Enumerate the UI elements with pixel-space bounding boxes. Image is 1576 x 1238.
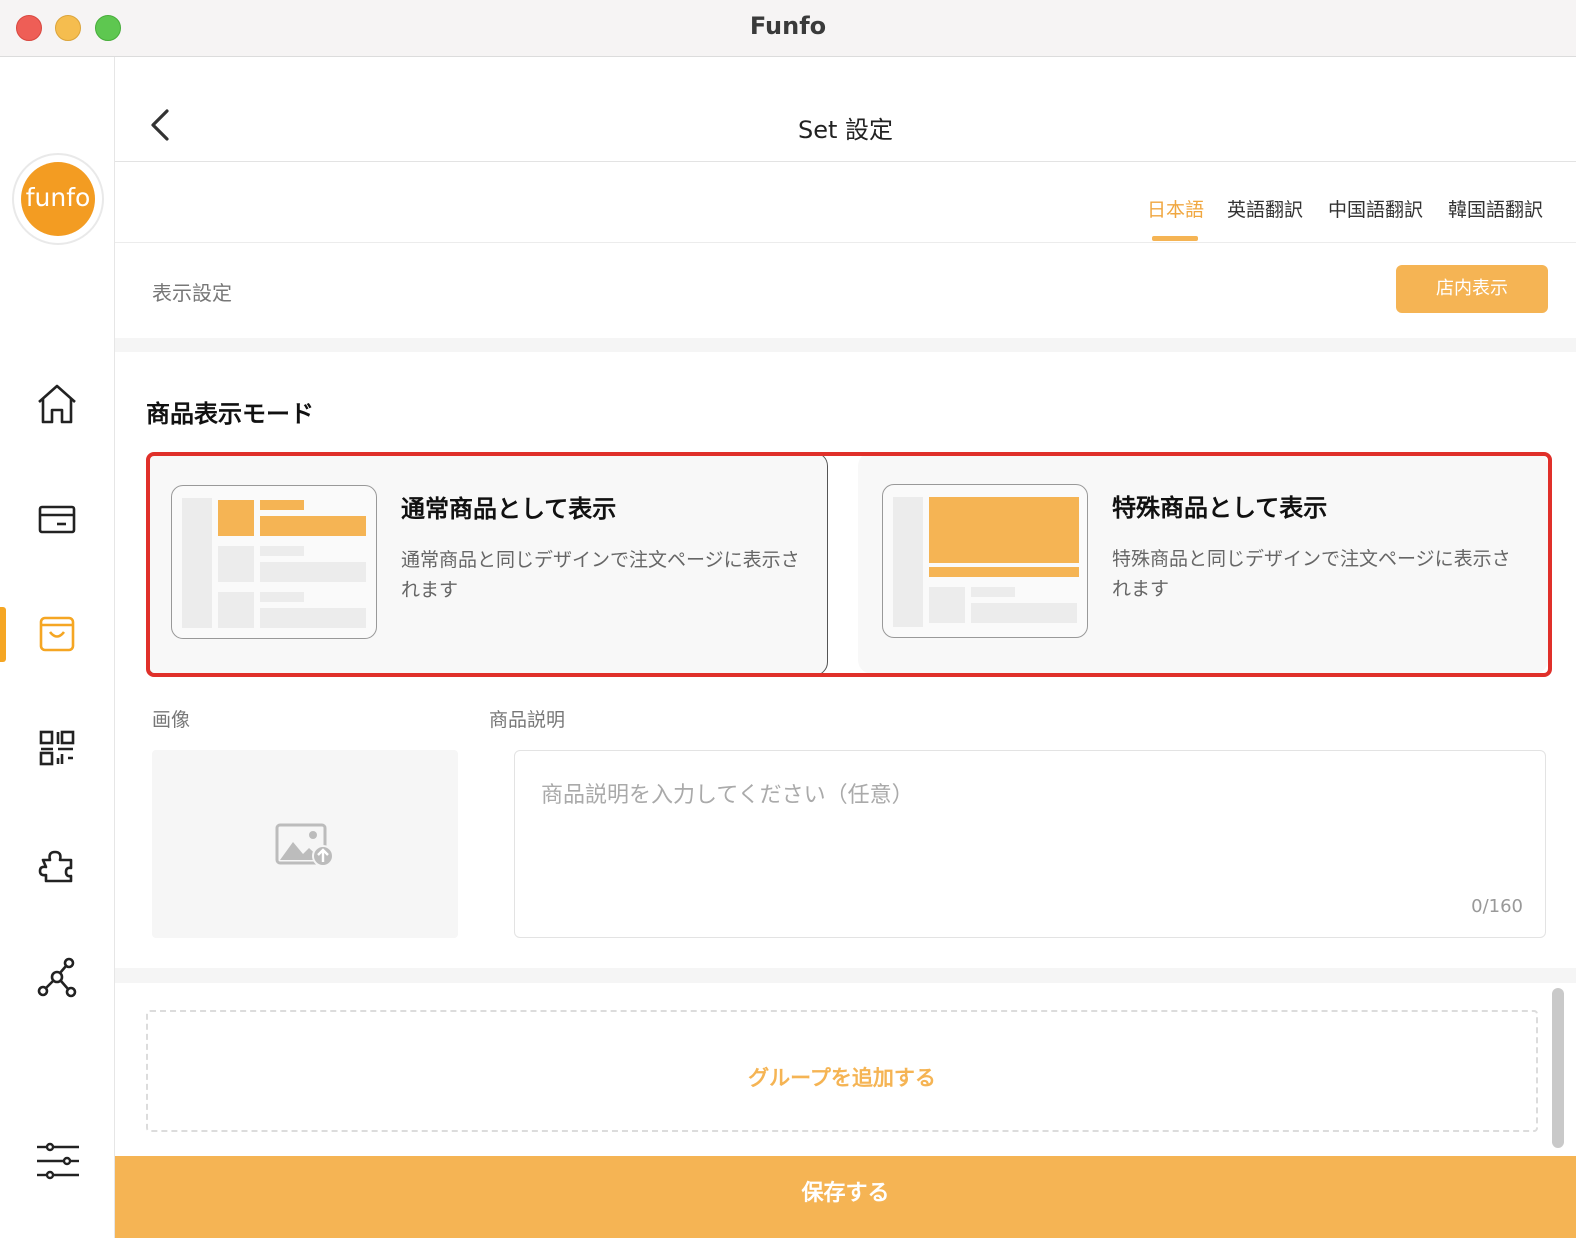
description-label: 商品説明 — [489, 709, 566, 731]
section-divider — [115, 338, 1576, 352]
qr-code-icon[interactable] — [33, 724, 81, 772]
window-titlebar: Funfo — [0, 0, 1576, 57]
save-button[interactable]: 保存する — [115, 1156, 1576, 1238]
scrollbar-thumb[interactable] — [1552, 988, 1564, 1148]
funfo-logo[interactable]: funfo — [12, 153, 104, 245]
tab-chinese[interactable]: 中国語翻訳 — [1328, 195, 1423, 222]
active-tab-underline — [1152, 236, 1198, 241]
add-group-button[interactable]: グループを追加する — [146, 1010, 1538, 1132]
sidebar: funfo — [0, 57, 115, 1238]
sliders-icon[interactable] — [33, 1137, 81, 1185]
display-settings-label: 表示設定 — [152, 281, 232, 305]
normal-layout-preview-icon — [171, 485, 377, 639]
window-title: Funfo — [749, 12, 827, 40]
network-icon[interactable] — [33, 954, 81, 1002]
display-mode-title: 商品表示モード — [146, 400, 314, 428]
card-icon[interactable] — [33, 495, 81, 543]
tab-japanese[interactable]: 日本語 — [1147, 195, 1204, 222]
special-mode-description: 特殊商品と同じデザインで注文ページに表示されます — [1112, 548, 1511, 600]
image-upload-icon — [275, 823, 334, 867]
normal-mode-title: 通常商品として表示 — [401, 495, 617, 523]
tab-english[interactable]: 英語翻訳 — [1227, 195, 1303, 222]
normal-mode-option[interactable]: 通常商品として表示 通常商品と同じデザインで注文ページに表示されます — [146, 452, 828, 676]
instore-display-button[interactable]: 店内表示 — [1396, 265, 1548, 313]
logo-text: funfo — [21, 162, 95, 236]
page-header: Set 設定 — [115, 57, 1576, 162]
language-tabs: 日本語 英語翻訳 中国語翻訳 韓国語翻訳 — [115, 162, 1576, 243]
home-icon[interactable] — [33, 380, 81, 428]
special-mode-title: 特殊商品として表示 — [1112, 494, 1328, 522]
add-group-label: グループを追加する — [748, 1066, 936, 1090]
description-textarea[interactable]: 商品説明を入力してください（任意） 0/160 — [514, 750, 1546, 938]
page-title: Set 設定 — [797, 116, 894, 144]
image-upload-area[interactable] — [152, 750, 458, 938]
image-label: 画像 — [152, 709, 191, 731]
section-divider — [115, 968, 1576, 983]
description-placeholder: 商品説明を入力してください（任意） — [541, 783, 914, 808]
special-layout-preview-icon — [882, 484, 1088, 638]
shopping-bag-icon[interactable] — [33, 610, 81, 658]
tab-korean[interactable]: 韓国語翻訳 — [1448, 195, 1543, 222]
special-mode-option[interactable]: 特殊商品として表示 特殊商品と同じデザインで注文ページに表示されます — [858, 452, 1548, 674]
normal-mode-description: 通常商品と同じデザインで注文ページに表示されます — [401, 549, 800, 601]
puzzle-icon[interactable] — [33, 840, 81, 888]
character-count: 0/160 — [1471, 896, 1523, 917]
display-settings-row: 表示設定 店内表示 — [115, 243, 1576, 338]
active-indicator — [0, 607, 6, 662]
